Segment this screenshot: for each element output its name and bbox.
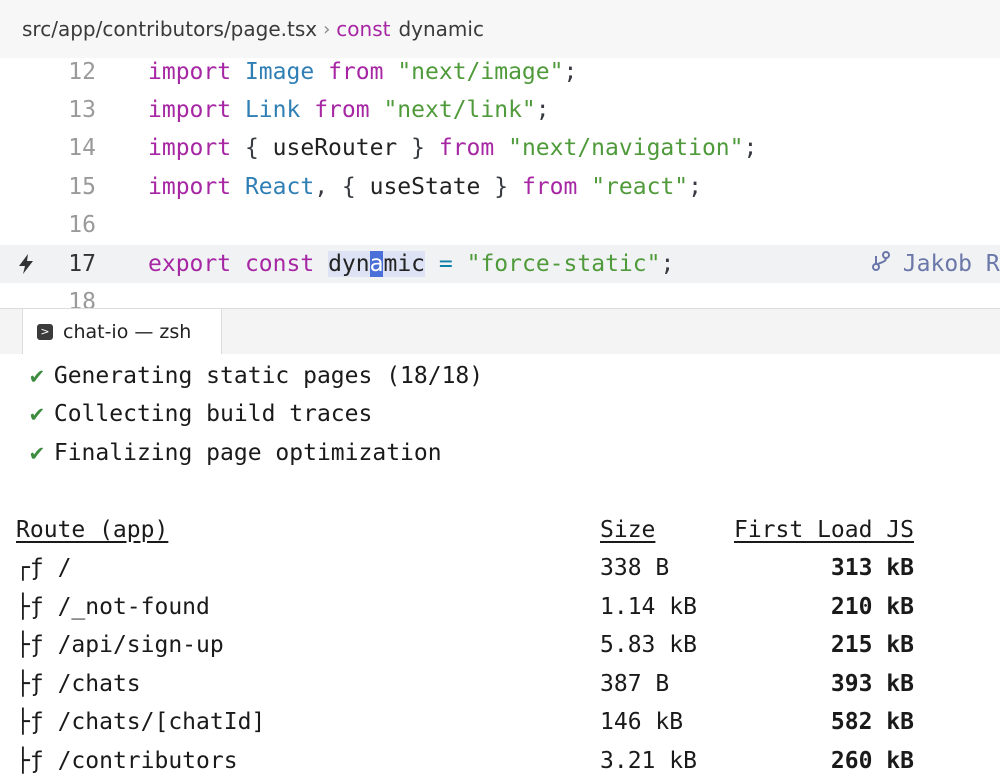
checkmark-icon: ✔ bbox=[30, 440, 44, 466]
status-line: ✔ Collecting build traces bbox=[30, 401, 373, 427]
line-number: 17 bbox=[68, 251, 96, 277]
code-content[interactable]: import { useRouter } from "next/navigati… bbox=[148, 135, 757, 161]
blame-author: Jakob Rössner, bbox=[902, 251, 1000, 277]
breadcrumb-symbol-keyword[interactable]: const bbox=[336, 17, 390, 41]
first-load-cell: 215 kB bbox=[830, 632, 914, 658]
size-cell: 5.83 kB bbox=[600, 632, 697, 658]
code-content[interactable]: import Link from "next/link"; bbox=[148, 97, 550, 123]
code-line[interactable]: 13 import Link from "next/link"; bbox=[0, 91, 1000, 129]
size-cell: 3.21 kB bbox=[600, 748, 697, 774]
line-number: 13 bbox=[68, 97, 96, 123]
table-row: ├ƒ /contributors 3.21 kB 260 kB bbox=[0, 742, 1000, 780]
line-number: 12 bbox=[68, 59, 96, 85]
table-row: ├ƒ /_not-found 1.14 kB 210 kB bbox=[0, 588, 1000, 626]
table-row: ┌ƒ / 338 B 313 kB bbox=[0, 549, 1000, 587]
breadcrumb-symbol[interactable]: dynamic bbox=[398, 17, 484, 41]
terminal-tab-title: chat-io — zsh bbox=[63, 320, 192, 343]
terminal-icon: > bbox=[37, 323, 53, 340]
header-first-load: First Load JS bbox=[733, 517, 914, 543]
first-load-cell: 393 kB bbox=[830, 671, 914, 697]
breadcrumb-separator: › bbox=[323, 18, 331, 40]
terminal-output[interactable]: ✔ Generating static pages (18/18) ✔ Collec… bbox=[0, 354, 1000, 783]
first-load-cell: 210 kB bbox=[830, 594, 914, 620]
breadcrumb[interactable]: src/app/contributors/page.tsx › const dy… bbox=[0, 0, 1000, 58]
lightning-icon[interactable] bbox=[14, 252, 38, 276]
code-line[interactable]: 18 bbox=[0, 283, 1000, 308]
header-size: Size bbox=[600, 517, 656, 543]
code-content[interactable]: import Image from "next/image"; bbox=[148, 59, 577, 85]
terminal-tab-bar: > chat-io — zsh bbox=[0, 308, 1000, 355]
status-line: ✔ Generating static pages (18/18) bbox=[30, 363, 484, 389]
route-cell: ├ƒ /chats/[chatId] bbox=[16, 709, 266, 735]
text-cursor: a bbox=[369, 251, 384, 277]
code-line[interactable]: 12 import Image from "next/image"; bbox=[0, 58, 1000, 91]
first-load-cell: 582 kB bbox=[830, 709, 914, 735]
route-cell: ┌ƒ / bbox=[16, 555, 72, 581]
line-number: 15 bbox=[68, 174, 96, 200]
checkmark-icon: ✔ bbox=[30, 401, 44, 427]
symbol-highlight[interactable]: dynamic bbox=[328, 251, 426, 277]
table-row: ├ƒ /api/sign-up 5.83 kB 215 kB bbox=[0, 626, 1000, 664]
checkmark-icon: ✔ bbox=[30, 363, 44, 389]
breadcrumb-path[interactable]: src/app/contributors/page.tsx bbox=[22, 17, 317, 41]
code-editor[interactable]: 12 import Image from "next/image"; 13 im… bbox=[0, 58, 1000, 308]
size-cell: 338 B bbox=[600, 555, 670, 581]
terminal-tab[interactable]: > chat-io — zsh bbox=[22, 309, 222, 354]
line-number: 16 bbox=[68, 212, 96, 238]
line-number: 18 bbox=[68, 289, 96, 308]
code-content[interactable]: import React, { useState } from "react"; bbox=[148, 174, 702, 200]
route-cell: ├ƒ /_not-found bbox=[16, 594, 210, 620]
status-line: ✔ Finalizing page optimization bbox=[30, 440, 442, 466]
size-cell: 387 B bbox=[600, 671, 670, 697]
table-header: Route (app) Size First Load JS bbox=[0, 511, 1000, 549]
code-content[interactable]: export const dynamic = "force-static"; bbox=[148, 251, 674, 277]
first-load-cell: 313 kB bbox=[830, 555, 914, 581]
line-number: 14 bbox=[68, 135, 96, 161]
size-cell: 1.14 kB bbox=[600, 594, 697, 620]
route-cell: ├ƒ /chats bbox=[16, 671, 141, 697]
code-line-current[interactable]: 17 export const dynamic = "force-static"… bbox=[0, 245, 1000, 283]
size-cell: 146 kB bbox=[600, 709, 684, 735]
route-cell: ├ƒ /api/sign-up bbox=[16, 632, 224, 658]
first-load-cell: 260 kB bbox=[830, 748, 914, 774]
code-line[interactable]: 15 import React, { useState } from "reac… bbox=[0, 168, 1000, 206]
code-line[interactable]: 14 import { useRouter } from "next/navig… bbox=[0, 129, 1000, 167]
table-row: ├ƒ /chats 387 B 393 kB bbox=[0, 665, 1000, 703]
table-row: ├ƒ /chats/[chatId] 146 kB 582 kB bbox=[0, 703, 1000, 741]
header-route: Route (app) bbox=[16, 517, 169, 543]
route-cell: ├ƒ /contributors bbox=[16, 748, 238, 774]
